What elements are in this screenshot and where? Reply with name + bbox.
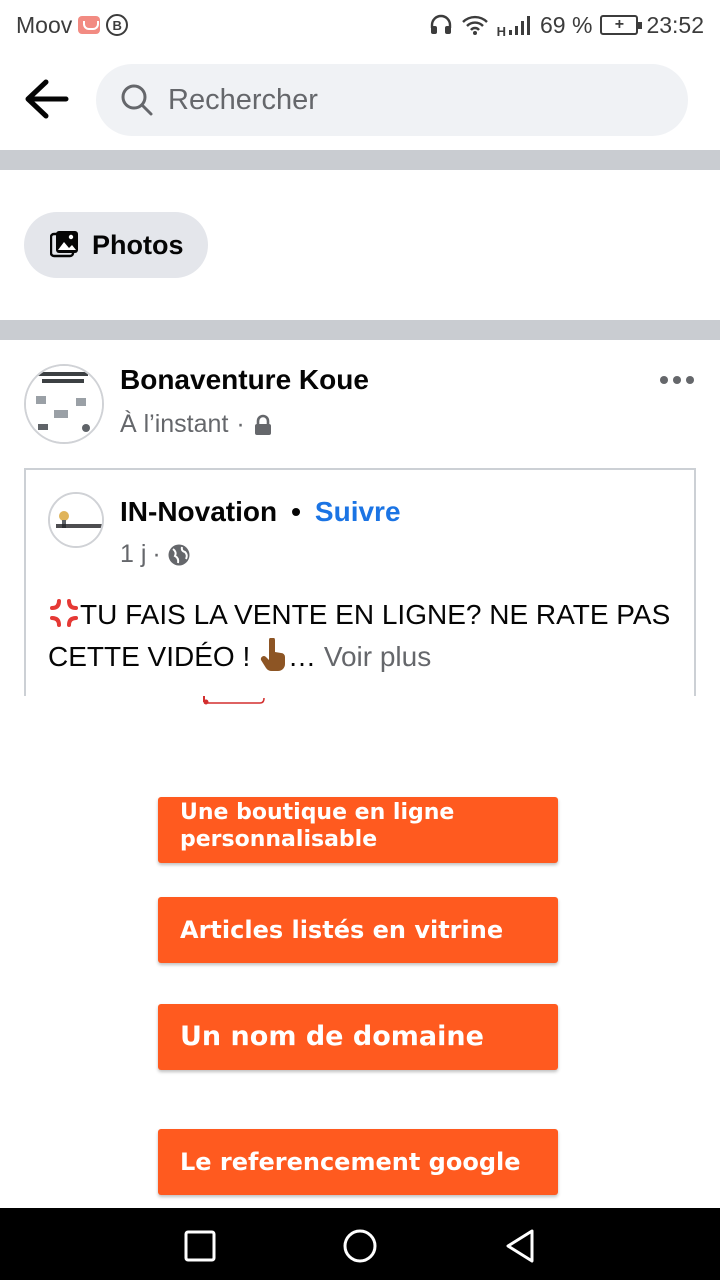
shared-post-text: TU FAIS LA VENTE EN LIGNE? NE RATE PAS C… [48, 594, 678, 678]
search-icon [121, 84, 153, 116]
carrier-label: Moov [16, 11, 73, 38]
post-author-name[interactable]: Bonaventure Koue [120, 364, 369, 396]
feature-domain: Un nom de domaine [158, 1004, 558, 1070]
lock-icon [254, 414, 271, 435]
meta-separator: · [236, 410, 245, 438]
signal-icon [509, 16, 530, 35]
notification-icon [78, 16, 101, 34]
photos-filter-chip[interactable]: Photos [24, 212, 208, 278]
shared-header: IN-Novation • Suivre [120, 496, 401, 528]
clock: 23:52 [646, 11, 704, 38]
feature-online-shop: Une boutique en ligne personnalisable [158, 797, 558, 863]
b-app-icon: B [106, 14, 129, 36]
status-right: H 69 % + 23:52 [429, 12, 704, 39]
follow-separator: • [291, 496, 301, 527]
page-avatar[interactable] [48, 492, 104, 548]
chip-label: Photos [92, 229, 184, 260]
square-icon [184, 1230, 216, 1262]
feature-label: Le referencement google [180, 1148, 521, 1176]
feature-label: Articles listés en vitrine [180, 916, 504, 944]
pointing-hand-icon [260, 637, 286, 672]
section-divider-bottom [0, 320, 720, 340]
network-type: H [496, 23, 506, 39]
search-input[interactable] [168, 83, 628, 117]
shared-meta: 1 j · [120, 540, 191, 569]
see-more-link[interactable]: Voir plus [324, 641, 431, 672]
back-nav-button[interactable] [500, 1226, 540, 1266]
recents-button[interactable] [180, 1226, 220, 1266]
status-bar: Moov B H 69 % + 23:52 [0, 0, 720, 50]
more-dot-icon [673, 376, 681, 384]
text-ellipsis: … [288, 641, 324, 672]
back-arrow-icon [25, 79, 69, 119]
post-meta: À l’instant · [120, 410, 273, 439]
more-options-button[interactable] [660, 368, 700, 392]
battery-percent: 69 % [540, 11, 593, 38]
circle-icon [343, 1229, 377, 1263]
wifi-icon [461, 15, 488, 35]
feature-seo: Le referencement google [158, 1129, 558, 1195]
follow-button[interactable]: Suivre [315, 496, 401, 528]
page-name[interactable]: IN-Novation [120, 496, 277, 528]
more-dot-icon [660, 376, 668, 384]
red-clip-decoration [203, 696, 265, 705]
page-logo [50, 494, 102, 546]
battery-icon: + [600, 15, 643, 35]
home-button[interactable] [340, 1226, 380, 1266]
shared-post-card[interactable]: IN-Novation • Suivre 1 j · TU FAIS LA VE… [24, 468, 696, 696]
anger-icon [50, 599, 78, 627]
search-bar[interactable] [96, 64, 688, 136]
system-navigation-bar [0, 1208, 720, 1280]
headset-icon [430, 14, 451, 34]
meta-separator: · [152, 540, 161, 568]
avatar-image [26, 366, 102, 442]
section-divider-top [0, 150, 720, 170]
feature-label: Une boutique en ligne personnalisable [180, 800, 455, 852]
search-header [0, 50, 720, 150]
globe-icon [168, 544, 190, 565]
feature-showcase: Articles listés en vitrine [158, 897, 558, 963]
post-time[interactable]: À l’instant [120, 410, 228, 439]
author-avatar[interactable] [24, 364, 104, 444]
status-left: Moov B [16, 11, 129, 39]
photos-icon [50, 231, 78, 258]
triangle-back-icon [506, 1229, 534, 1263]
more-dot-icon [686, 376, 694, 384]
shared-time[interactable]: 1 j [120, 540, 146, 569]
feature-label: Un nom de domaine [180, 1021, 484, 1052]
back-button[interactable] [22, 76, 72, 122]
video-preview[interactable]: Une boutique en ligne personnalisable Ar… [0, 696, 720, 1208]
